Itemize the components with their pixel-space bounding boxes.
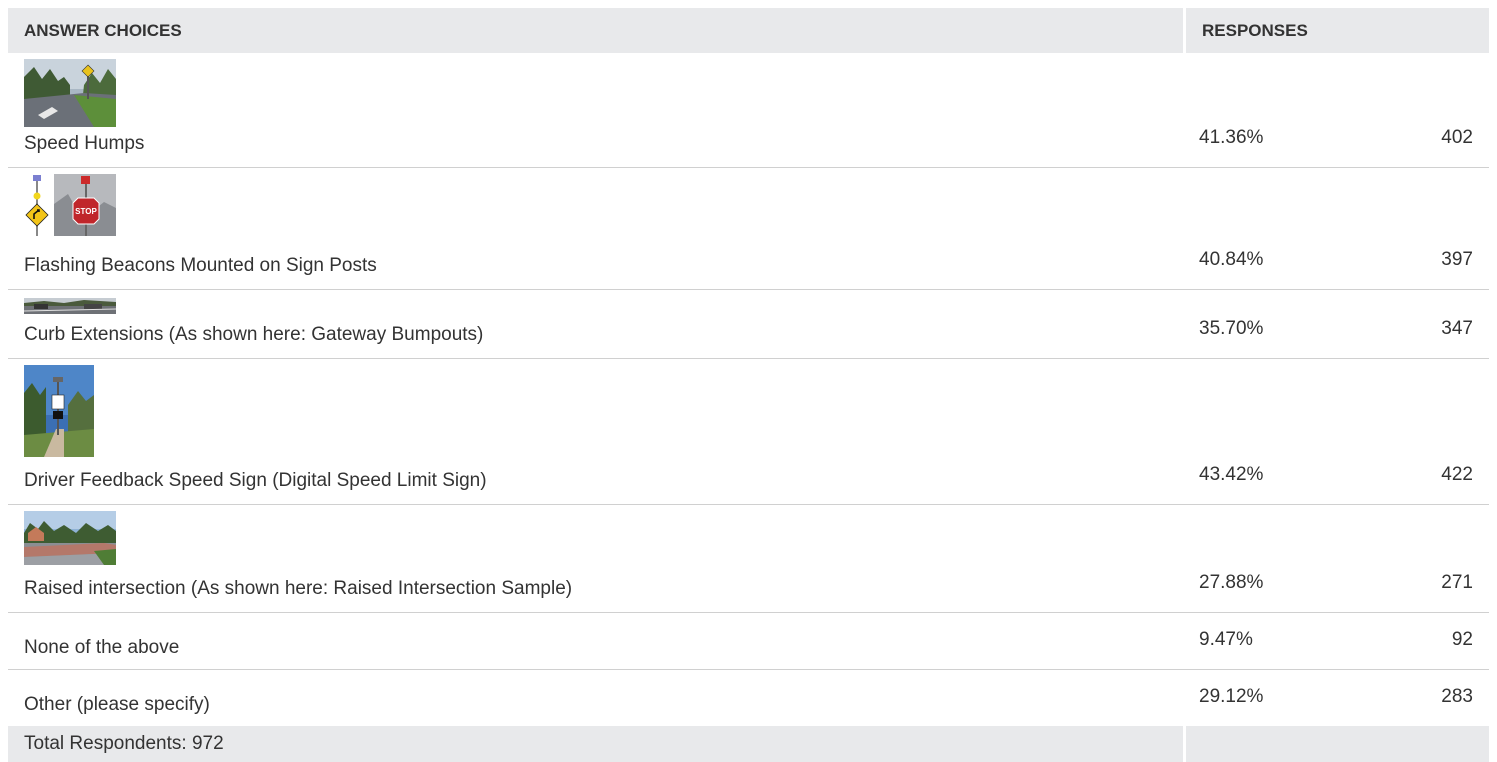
response-percent: 9.47% xyxy=(1199,629,1253,650)
response-count: 422 xyxy=(1441,464,1473,485)
table-row: Driver Feedback Speed Sign (Digital Spee… xyxy=(8,359,1489,505)
response-count: 397 xyxy=(1441,249,1473,270)
speed-humps-photo xyxy=(24,59,116,127)
table-row: STOP Flashing Beacons Mounted on Sign Po… xyxy=(8,168,1489,290)
response-count: 271 xyxy=(1441,572,1473,593)
response-count: 283 xyxy=(1441,686,1473,707)
table-row: None of the above 9.47% 92 xyxy=(8,613,1489,670)
flashing-beacons-photo: STOP xyxy=(24,174,116,236)
table-footer: Total Respondents: 972 xyxy=(8,726,1489,762)
response-count: 347 xyxy=(1441,318,1473,339)
choice-label: Flashing Beacons Mounted on Sign Posts xyxy=(24,255,377,276)
raised-intersection-photo xyxy=(24,511,116,565)
response-percent: 27.88% xyxy=(1199,572,1264,593)
response-count: 92 xyxy=(1451,629,1473,650)
driver-feedback-sign-photo xyxy=(24,365,94,457)
response-count: 402 xyxy=(1441,127,1473,148)
choice-label: Other (please specify) xyxy=(24,694,210,715)
response-percent: 40.84% xyxy=(1199,249,1264,270)
choice-label: None of the above xyxy=(24,637,180,658)
choice-label: Driver Feedback Speed Sign (Digital Spee… xyxy=(24,470,487,491)
total-respondents: Total Respondents: 972 xyxy=(8,726,1183,762)
response-percent: 41.36% xyxy=(1199,127,1264,148)
table-row: Raised intersection (As shown here: Rais… xyxy=(8,505,1489,613)
survey-results-table: ANSWER CHOICES RESPONSES Speed Humps 41.… xyxy=(8,8,1489,762)
choice-label: Raised intersection (As shown here: Rais… xyxy=(24,578,573,599)
choice-label: Curb Extensions (As shown here: Gateway … xyxy=(24,324,484,345)
answer-choices-header: ANSWER CHOICES xyxy=(24,21,182,40)
response-percent: 35.70% xyxy=(1199,318,1264,339)
choice-label: Speed Humps xyxy=(24,133,145,154)
table-row: Other (please specify) 29.12% 283 xyxy=(8,670,1489,726)
table-header: ANSWER CHOICES RESPONSES xyxy=(8,8,1489,53)
response-percent: 43.42% xyxy=(1199,464,1264,485)
curb-extensions-photo xyxy=(24,298,116,314)
response-percent: 29.12% xyxy=(1199,686,1264,707)
svg-text:STOP: STOP xyxy=(75,207,97,216)
responses-header: RESPONSES xyxy=(1183,8,1489,53)
table-row: Curb Extensions (As shown here: Gateway … xyxy=(8,290,1489,359)
table-row: Speed Humps 41.36% 402 xyxy=(8,53,1489,168)
